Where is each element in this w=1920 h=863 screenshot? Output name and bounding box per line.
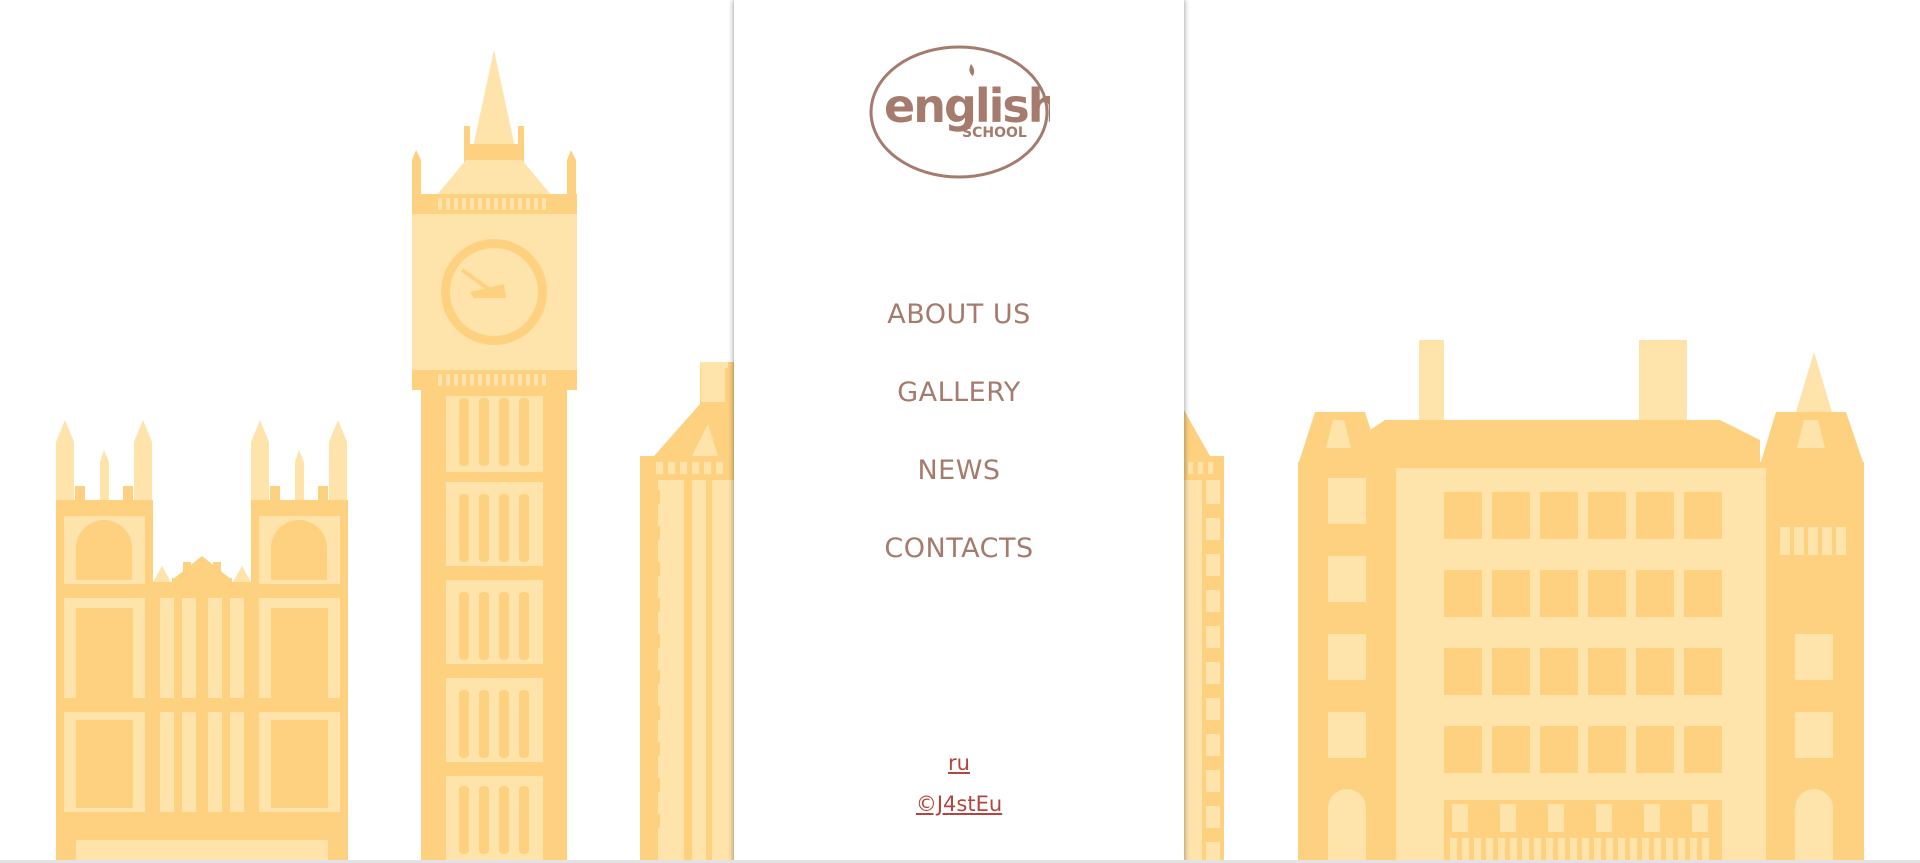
nav-item: CONTACTS <box>734 524 1184 602</box>
nav-item: ABOUT US <box>734 290 1184 368</box>
gothic-tower-illustration <box>640 362 734 863</box>
narrow-tower-right-illustration <box>1184 410 1224 863</box>
main-navigation: ABOUT US GALLERY NEWS CONTACTS <box>734 290 1184 602</box>
logo-emblem-icon: english SCHOOL <box>869 45 1050 179</box>
school-logo[interactable]: english SCHOOL <box>868 44 1050 180</box>
nav-link-news[interactable]: NEWS <box>734 446 1184 524</box>
nav-link-contacts[interactable]: CONTACTS <box>734 524 1184 602</box>
page: english SCHOOL ABOUT US GALLERY NEWS CON… <box>0 0 1920 863</box>
victorian-building-illustration <box>1298 340 1864 863</box>
big-ben-tower-illustration <box>412 50 577 863</box>
copyright-author-link[interactable]: ©J4stEu <box>734 790 1184 818</box>
navigation-panel: english SCHOOL ABOUT US GALLERY NEWS CON… <box>734 0 1184 863</box>
logo-subword: SCHOOL <box>962 125 1027 141</box>
panel-footer: ru ©J4stEu <box>734 749 1184 818</box>
nav-item: NEWS <box>734 446 1184 524</box>
nav-link-gallery[interactable]: GALLERY <box>734 368 1184 446</box>
nav-link-about-us[interactable]: ABOUT US <box>734 290 1184 368</box>
nav-item: GALLERY <box>734 368 1184 446</box>
westminster-palace-illustration <box>56 420 348 863</box>
language-switch-link[interactable]: ru <box>734 749 1184 777</box>
